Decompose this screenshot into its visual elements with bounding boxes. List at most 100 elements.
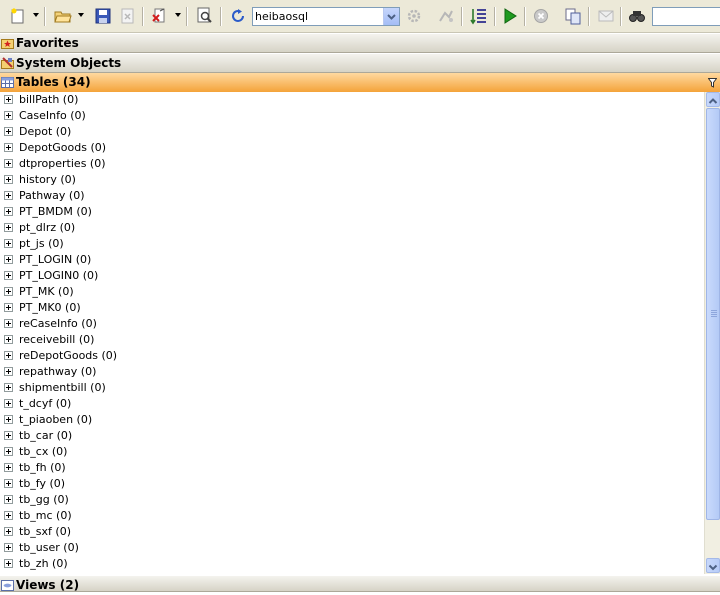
save-icon[interactable] <box>93 6 113 26</box>
results-list-icon[interactable] <box>469 6 489 26</box>
expand-plus-icon[interactable] <box>4 351 13 360</box>
expand-plus-icon[interactable] <box>4 127 13 136</box>
copy-icon[interactable] <box>563 6 583 26</box>
expand-plus-icon[interactable] <box>4 559 13 568</box>
views-header[interactable]: Views (2) <box>0 575 720 592</box>
table-name: reCaseInfo (0) <box>19 317 97 330</box>
database-select-value: heibaosql <box>255 10 309 23</box>
tables-label: Tables (34) <box>16 75 91 89</box>
table-name: tb_gg (0) <box>19 493 69 506</box>
favorites-header[interactable]: Favorites <box>0 33 720 53</box>
expand-plus-icon[interactable] <box>4 319 13 328</box>
new-dropdown-icon[interactable] <box>33 13 39 17</box>
toolbar-separator <box>186 7 188 26</box>
debug-dropdown-icon[interactable] <box>175 13 181 17</box>
toolbar-separator <box>588 7 590 26</box>
expand-plus-icon[interactable] <box>4 463 13 472</box>
chevron-down-icon <box>708 564 718 571</box>
table-name: t_dcyf (0) <box>19 397 72 410</box>
table-name: DepotGoods (0) <box>19 141 107 154</box>
find-icon[interactable] <box>627 6 647 26</box>
expand-plus-icon[interactable] <box>4 383 13 392</box>
database-select[interactable]: heibaosql <box>252 7 400 26</box>
filter-icon[interactable] <box>708 78 717 88</box>
toolbar-separator <box>494 7 496 26</box>
table-name: CaseInfo (0) <box>19 109 86 122</box>
expand-plus-icon[interactable] <box>4 399 13 408</box>
expand-plus-icon[interactable] <box>4 207 13 216</box>
expand-plus-icon[interactable] <box>4 95 13 104</box>
thumb-grip <box>711 314 717 315</box>
chevron-up-icon <box>708 98 718 104</box>
run-step-disabled-icon[interactable] <box>436 6 456 26</box>
expand-plus-icon[interactable] <box>4 255 13 264</box>
expand-plus-icon[interactable] <box>4 159 13 168</box>
thumb-grip <box>711 312 717 313</box>
table-name: dtproperties (0) <box>19 157 106 170</box>
table-name: billPath (0) <box>19 93 79 106</box>
open-dropdown-icon[interactable] <box>78 13 84 17</box>
table-name: PT_MK (0) <box>19 285 74 298</box>
tables-header[interactable]: Tables (34) <box>0 73 720 93</box>
expand-plus-icon[interactable] <box>4 367 13 376</box>
search-input[interactable] <box>652 7 720 26</box>
toolbar-separator <box>142 7 144 26</box>
expand-plus-icon[interactable] <box>4 191 13 200</box>
table-icon <box>1 77 14 88</box>
execute-icon[interactable] <box>500 6 520 26</box>
expand-plus-icon[interactable] <box>4 271 13 280</box>
views-label: Views (2) <box>16 578 80 592</box>
view-icon <box>1 580 14 591</box>
table-name: tb_fy (0) <box>19 477 66 490</box>
expand-plus-icon[interactable] <box>4 447 13 456</box>
table-name: tb_mc (0) <box>19 509 72 522</box>
expand-plus-icon[interactable] <box>4 495 13 504</box>
toolbar-separator <box>620 7 622 26</box>
expand-plus-icon[interactable] <box>4 303 13 312</box>
table-name: tb_car (0) <box>19 429 73 442</box>
vertical-scrollbar[interactable] <box>704 92 720 574</box>
expand-plus-icon[interactable] <box>4 543 13 552</box>
scroll-down-button[interactable] <box>706 558 720 573</box>
table-name: reDepotGoods (0) <box>19 349 118 362</box>
gear-disabled-icon[interactable] <box>404 6 424 26</box>
expand-plus-icon[interactable] <box>4 287 13 296</box>
close-doc-icon[interactable] <box>118 6 138 26</box>
expand-plus-icon[interactable] <box>4 415 13 424</box>
table-name: tb_sxf (0) <box>19 525 71 538</box>
table-name: Pathway (0) <box>19 189 85 202</box>
system-objects-header[interactable]: System Objects <box>0 53 720 73</box>
expand-plus-icon[interactable] <box>4 175 13 184</box>
system-objects-icon <box>1 57 14 69</box>
email-disabled-icon[interactable] <box>596 6 616 26</box>
expand-plus-icon[interactable] <box>4 335 13 344</box>
expand-plus-icon[interactable] <box>4 511 13 520</box>
expand-plus-icon[interactable] <box>4 431 13 440</box>
scroll-up-button[interactable] <box>706 92 720 107</box>
table-name: tb_fh (0) <box>19 461 66 474</box>
stop-icon[interactable] <box>531 6 551 26</box>
refresh-icon[interactable] <box>228 6 248 26</box>
toolbar-separator <box>44 7 46 26</box>
scroll-thumb[interactable] <box>706 108 720 520</box>
open-icon[interactable] <box>53 6 73 26</box>
toolbar-separator <box>461 7 463 26</box>
debug-icon[interactable] <box>150 6 170 26</box>
new-query-icon[interactable] <box>8 6 28 26</box>
expand-plus-icon[interactable] <box>4 527 13 536</box>
expand-plus-icon[interactable] <box>4 111 13 120</box>
table-name: tb_user (0) <box>19 541 79 554</box>
expand-plus-icon[interactable] <box>4 479 13 488</box>
expand-plus-icon[interactable] <box>4 223 13 232</box>
toolbar-separator <box>524 7 526 26</box>
database-dropdown-button[interactable] <box>383 8 399 25</box>
main-toolbar: heibaosql <box>0 0 720 33</box>
table-name: PT_BMDM (0) <box>19 205 92 218</box>
tables-list: billPath (0) CaseInfo (0) Depot (0) DepotGo… <box>0 92 704 574</box>
thumb-grip <box>711 316 717 317</box>
expand-plus-icon[interactable] <box>4 239 13 248</box>
table-name: PT_MK0 (0) <box>19 301 81 314</box>
table-name: tb_zh (0) <box>19 557 68 570</box>
expand-plus-icon[interactable] <box>4 143 13 152</box>
preview-icon[interactable] <box>195 6 215 26</box>
